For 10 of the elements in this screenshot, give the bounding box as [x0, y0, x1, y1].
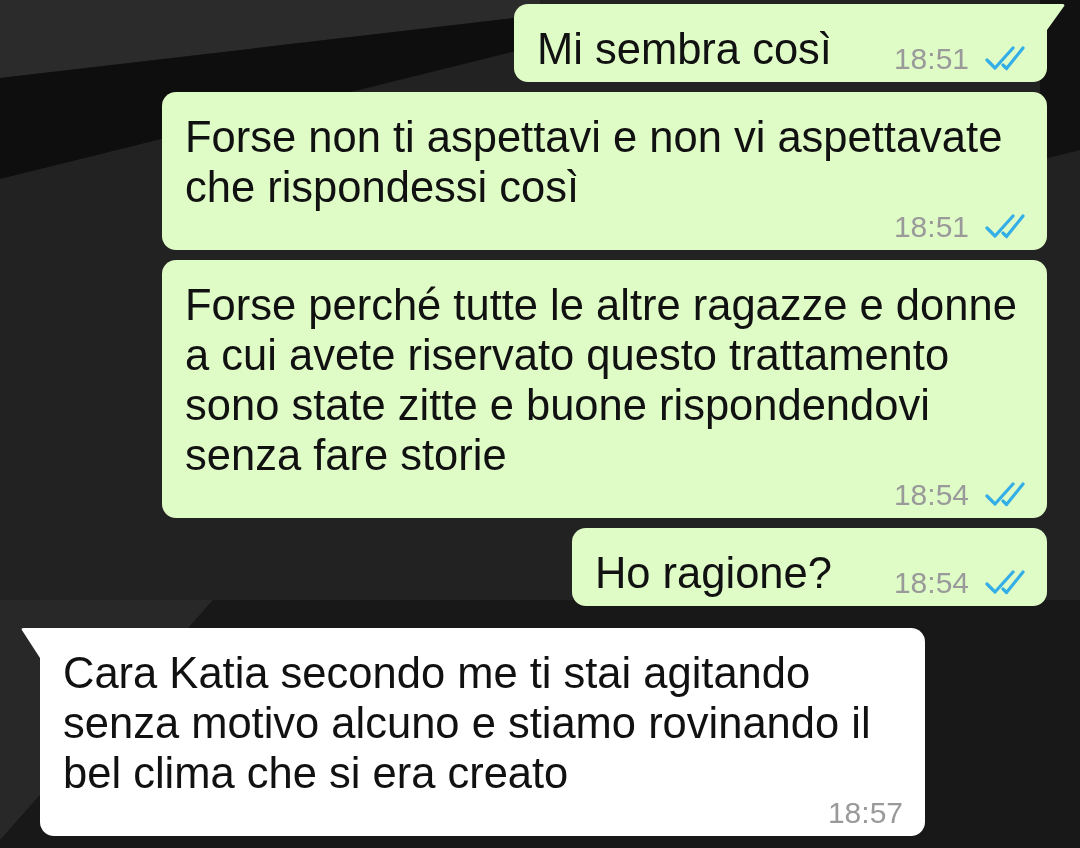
message-time: 18:51	[893, 212, 969, 242]
message-time: 18:54	[893, 480, 969, 510]
message-time: 18:54	[893, 568, 969, 598]
message-time: 18:57	[827, 798, 903, 828]
message-time: 18:51	[893, 44, 969, 74]
message-text: Ho ragione?	[594, 548, 832, 598]
message-text: Mi sembra così	[537, 24, 832, 74]
message-text: Forse perché tutte le altre ragazze e donne a cui avete riservato questo trattamento sono state zitte e buone rispondendovi senza fare storie	[185, 280, 1018, 480]
message-text: Forse non ti aspettavi e non vi aspettavate che rispondessi così	[185, 112, 1004, 212]
message-text: Cara Katia secondo me ti stai agitando senza motivo alcuno e stiamo rovinando il bel clima che si era creato	[63, 648, 872, 798]
